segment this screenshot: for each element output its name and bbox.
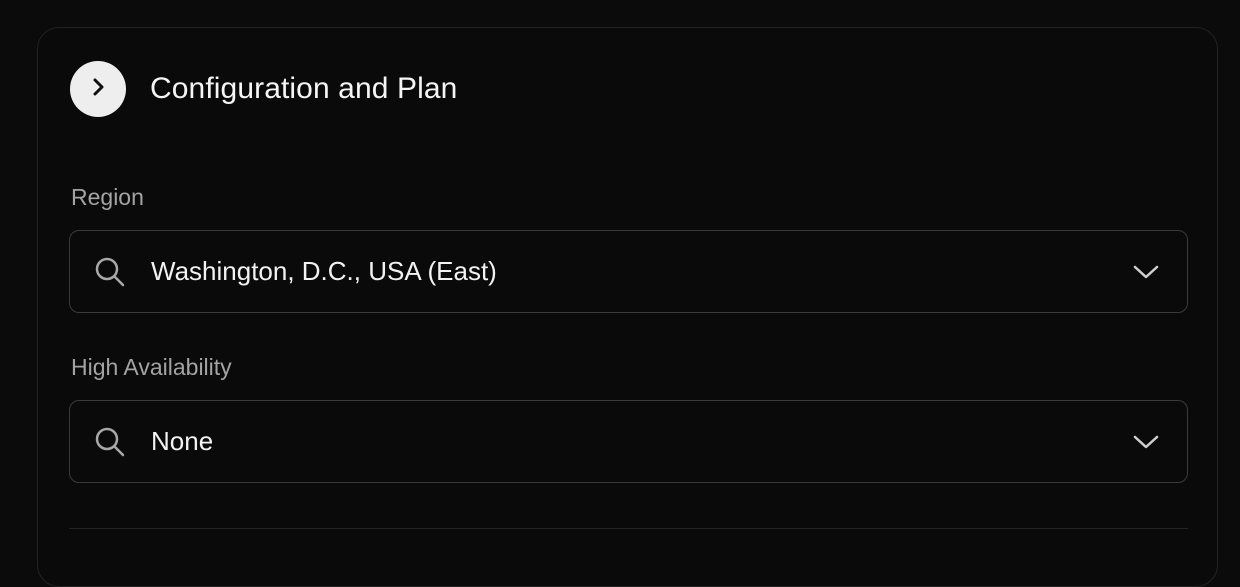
high-availability-select[interactable]: None: [69, 400, 1188, 483]
high-availability-value: None: [151, 426, 214, 456]
section-header[interactable]: Configuration and Plan: [70, 60, 457, 118]
chevron-right-icon: [87, 76, 109, 103]
chevron-down-icon[interactable]: [1132, 428, 1160, 456]
chevron-down-icon[interactable]: [1132, 258, 1160, 286]
section-title: Configuration and Plan: [150, 72, 458, 105]
region-select[interactable]: Washington, D.C., USA (East): [69, 230, 1188, 313]
region-value: Washington, D.C., USA (East): [151, 256, 497, 286]
configuration-card: Configuration and Plan Region Washington…: [37, 27, 1218, 587]
region-label: Region: [71, 184, 144, 210]
search-icon: [93, 425, 127, 459]
section-divider: [69, 528, 1188, 529]
high-availability-label: High Availability: [71, 354, 232, 380]
expand-toggle-button[interactable]: [70, 61, 126, 117]
search-icon: [93, 255, 127, 289]
